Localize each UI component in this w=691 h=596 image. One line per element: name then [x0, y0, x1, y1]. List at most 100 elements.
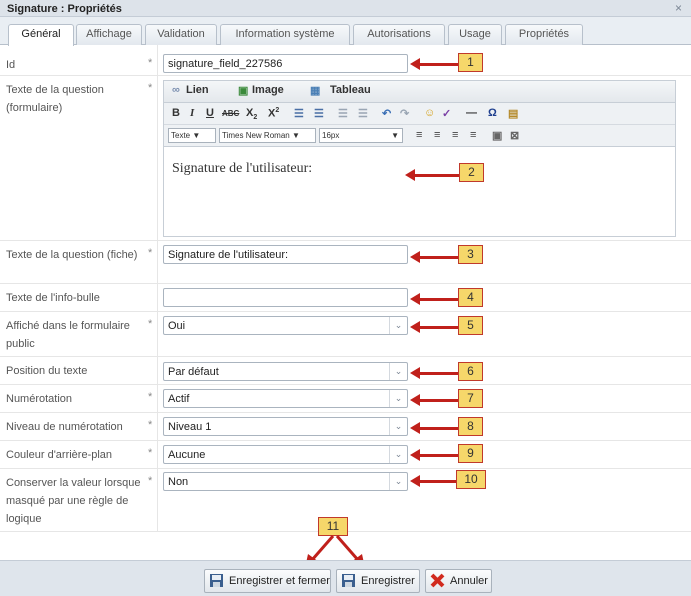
template-icon[interactable]: ▣	[492, 129, 502, 142]
level-label: Niveau de numérotation	[6, 421, 123, 433]
chevron-down-icon: ▼	[391, 131, 399, 140]
callout-4: 4	[458, 288, 483, 307]
keep-value: Non	[168, 476, 189, 488]
italic-icon[interactable]: I	[190, 107, 194, 119]
position-label: Position du texte	[6, 365, 88, 377]
editor-format-toolbar: Texte ▼ Times New Roman ▼ 16px ▼ ≡ ≡ ≡ ≡ …	[164, 125, 675, 147]
redo-icon[interactable]: ↷	[400, 107, 409, 120]
bold-icon[interactable]: B	[172, 107, 180, 119]
tab-validation[interactable]: Validation	[145, 24, 217, 45]
position-value: Par défaut	[168, 366, 219, 378]
format-select[interactable]: Texte ▼	[168, 128, 216, 143]
bgcolor-select[interactable]: Aucune ⌄	[163, 445, 408, 464]
source-icon[interactable]: ⊠	[510, 129, 519, 142]
tab-general[interactable]: Général	[8, 24, 74, 46]
size-value: 16px	[322, 131, 340, 140]
chevron-down-icon: ⌄	[389, 390, 407, 407]
public-select[interactable]: Oui ⌄	[163, 316, 408, 335]
align-right-icon[interactable]: ≡	[452, 129, 458, 141]
callout-8: 8	[458, 417, 483, 436]
close-icon[interactable]: ×	[675, 1, 682, 15]
tooltip-field[interactable]	[163, 288, 408, 307]
tab-display[interactable]: Affichage	[76, 24, 142, 45]
tab-usage[interactable]: Usage	[448, 24, 502, 45]
superscript-icon[interactable]: X2	[268, 107, 279, 120]
question-sheet-label: Texte de la question (fiche)	[6, 249, 138, 261]
bullet-list-icon[interactable]: ☰	[294, 107, 304, 120]
rich-text-editor: ∞ Lien ▣ Image ▦ Tableau B I U ABC X2 X2…	[163, 80, 676, 237]
arrow-1	[410, 58, 458, 70]
cancel-button[interactable]: Annuler	[425, 569, 492, 593]
position-select[interactable]: Par défaut ⌄	[163, 362, 408, 381]
underline-icon[interactable]: U	[206, 107, 214, 119]
question-sheet-field[interactable]	[163, 245, 408, 264]
chevron-down-icon: ⌄	[389, 317, 407, 334]
level-select[interactable]: Niveau 1 ⌄	[163, 417, 408, 436]
callout-5: 5	[458, 316, 483, 335]
image-icon[interactable]: ▣	[238, 84, 248, 97]
cancel-label: Annuler	[450, 575, 488, 587]
size-select[interactable]: 16px ▼	[319, 128, 403, 143]
tab-permissions[interactable]: Autorisations	[353, 24, 445, 45]
id-label: Id	[6, 59, 16, 71]
title-bar: Signature : Propriétés ×	[0, 0, 691, 17]
keep-select[interactable]: Non ⌄	[163, 472, 408, 491]
editor-content[interactable]: Signature de l'utilisateur:	[172, 161, 312, 177]
save-button[interactable]: Enregistrer	[336, 569, 420, 593]
callout-3: 3	[458, 245, 483, 264]
align-center-icon[interactable]: ≡	[434, 129, 440, 141]
required-mark: *	[148, 475, 153, 487]
required-mark: *	[148, 318, 153, 330]
id-field[interactable]	[163, 54, 408, 73]
arrow-7	[410, 394, 458, 406]
required-mark: *	[148, 247, 153, 259]
callout-2: 2	[459, 163, 484, 182]
undo-icon[interactable]: ↶	[382, 107, 391, 120]
save-close-button[interactable]: Enregistrer et fermer	[204, 569, 331, 593]
required-mark: *	[148, 447, 153, 459]
font-select[interactable]: Times New Roman ▼	[219, 128, 316, 143]
editor-tab-table[interactable]: Tableau	[330, 84, 371, 96]
callout-1: 1	[458, 53, 483, 72]
outdent-icon[interactable]: ☰	[338, 107, 348, 120]
arrow-2	[405, 169, 460, 181]
special-char-icon[interactable]: Ω	[488, 107, 497, 119]
tab-system-info[interactable]: Information système	[220, 24, 350, 45]
paste-icon[interactable]: ▤	[508, 107, 518, 120]
editor-tab-image[interactable]: Image	[252, 84, 284, 96]
public-value: Oui	[168, 320, 186, 332]
font-value: Times New Roman	[222, 131, 290, 140]
align-left-icon[interactable]: ≡	[416, 129, 422, 141]
numbering-select[interactable]: Actif ⌄	[163, 389, 408, 408]
horizontal-rule-icon[interactable]: —	[466, 107, 477, 119]
callout-9: 9	[458, 444, 483, 463]
editor-tab-link[interactable]: Lien	[186, 84, 209, 96]
cancel-x-icon	[430, 573, 445, 588]
bgcolor-value: Aucune	[168, 449, 206, 461]
arrow-5	[410, 321, 458, 333]
spellcheck-icon[interactable]: ✓	[442, 107, 451, 120]
emoji-icon[interactable]: ☺	[424, 107, 435, 119]
callout-7: 7	[458, 389, 483, 408]
required-mark: *	[148, 82, 153, 94]
bgcolor-label: Couleur d'arrière-plan	[6, 449, 113, 461]
required-mark: *	[148, 391, 153, 403]
arrow-4	[410, 293, 458, 305]
justify-icon[interactable]: ≡	[470, 129, 476, 141]
numbered-list-icon[interactable]: ☰	[314, 107, 324, 120]
chevron-down-icon: ⌄	[389, 446, 407, 463]
indent-icon[interactable]: ☰	[358, 107, 368, 120]
arrow-8	[410, 422, 458, 434]
tab-properties[interactable]: Propriétés	[505, 24, 583, 45]
link-icon[interactable]: ∞	[172, 84, 180, 96]
chevron-down-icon: ⌄	[389, 363, 407, 380]
floppy-icon	[342, 574, 355, 587]
question-form-label: Texte de la question (formulaire)	[6, 84, 104, 114]
strikethrough-icon[interactable]: ABC	[222, 109, 239, 118]
level-value: Niveau 1	[168, 421, 212, 433]
table-icon[interactable]: ▦	[310, 84, 320, 97]
subscript-icon[interactable]: X2	[246, 107, 257, 121]
window-title: Signature : Propriétés	[7, 3, 122, 15]
arrow-3	[410, 251, 458, 263]
save-label: Enregistrer	[361, 575, 415, 587]
